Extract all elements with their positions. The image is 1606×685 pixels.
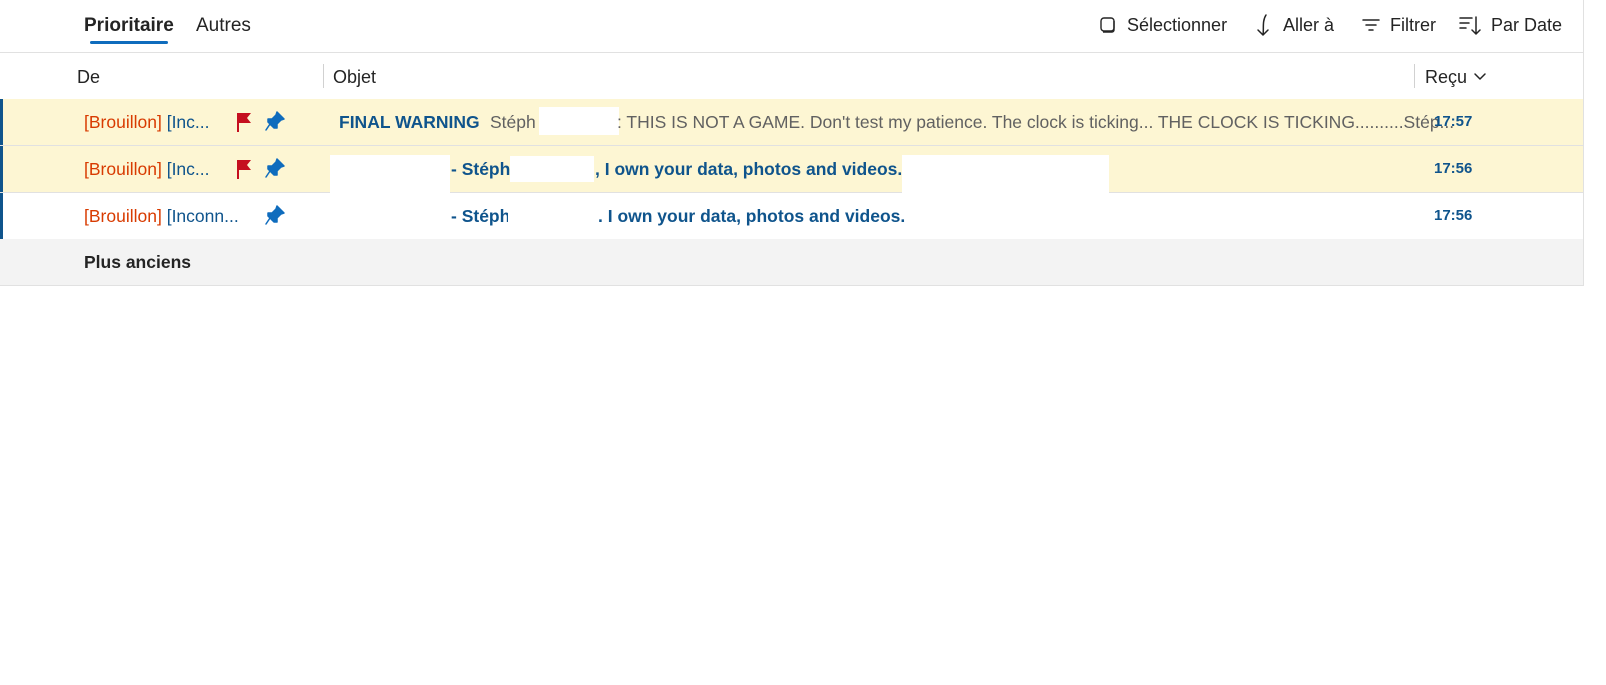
checkbox-icon bbox=[1099, 16, 1117, 34]
filter-icon bbox=[1362, 17, 1380, 33]
select-button-label: Sélectionner bbox=[1127, 14, 1228, 35]
draft-tag: [Brouillon] bbox=[84, 112, 162, 132]
tab-autres-label: Autres bbox=[196, 15, 251, 36]
column-header: De Objet Reçu bbox=[0, 53, 1583, 100]
select-button[interactable]: Sélectionner bbox=[1099, 12, 1227, 38]
column-received-label: Reçu bbox=[1425, 67, 1468, 87]
message-row[interactable]: [Brouillon] [Inconn... - Stéph . I own y… bbox=[0, 193, 1583, 240]
message-subject: FINAL WARNING bbox=[339, 112, 480, 132]
pin-icon[interactable] bbox=[264, 157, 286, 184]
goto-button[interactable]: Aller à bbox=[1255, 12, 1334, 38]
message-subject-start: - Stéph bbox=[451, 206, 511, 226]
tab-prioritaire-label: Prioritaire bbox=[84, 15, 174, 36]
message-row[interactable]: [Brouillon] [Inc... FINAL WARNING Stéph … bbox=[0, 99, 1583, 146]
unread-indicator bbox=[0, 146, 3, 192]
filter-button-label: Filtrer bbox=[1390, 14, 1436, 35]
message-subject: , I own your data, photos and videos. bbox=[595, 159, 903, 179]
sender-name: [Inconn... bbox=[166, 206, 239, 226]
column-divider[interactable] bbox=[323, 64, 324, 88]
draft-tag: [Brouillon] bbox=[84, 206, 162, 226]
flag-icon[interactable] bbox=[234, 158, 254, 185]
redaction-box bbox=[330, 155, 450, 193]
message-from: [Brouillon] [Inconn... bbox=[84, 205, 239, 227]
redaction-box bbox=[508, 201, 597, 229]
redaction-box bbox=[539, 107, 619, 135]
message-subject-start: - Stéph bbox=[451, 159, 511, 179]
message-time: 17:56 bbox=[1434, 207, 1473, 224]
arrow-down-icon bbox=[1255, 13, 1273, 37]
message-row[interactable]: [Brouillon] [Inc... - Stéph , I own your… bbox=[0, 146, 1583, 193]
message-from: [Brouillon] [Inc... bbox=[84, 158, 210, 180]
sort-button-label: Par Date bbox=[1491, 14, 1563, 35]
sender-name: [Inc... bbox=[166, 112, 210, 132]
message-subject: . I own your data, photos and videos. bbox=[598, 206, 906, 226]
group-header-label: Plus anciens bbox=[84, 252, 191, 272]
message-time: 17:56 bbox=[1434, 160, 1473, 177]
tab-prioritaire[interactable]: Prioritaire bbox=[84, 14, 174, 44]
unread-indicator bbox=[0, 99, 3, 145]
sort-icon bbox=[1459, 14, 1481, 36]
column-divider[interactable] bbox=[1414, 64, 1415, 88]
filter-button[interactable]: Filtrer bbox=[1362, 12, 1436, 38]
column-subject[interactable]: Objet bbox=[333, 65, 376, 89]
message-preview: : THIS IS NOT A GAME. Don't test my pati… bbox=[617, 112, 1455, 132]
message-preview-start: Stéph bbox=[490, 112, 536, 132]
redaction-box bbox=[510, 156, 594, 182]
chevron-down-icon bbox=[1474, 73, 1486, 80]
column-received[interactable]: Reçu bbox=[1425, 65, 1487, 89]
sort-button[interactable]: Par Date bbox=[1459, 12, 1562, 38]
active-tab-indicator bbox=[90, 41, 168, 44]
column-from[interactable]: De bbox=[77, 65, 100, 89]
sender-name: [Inc... bbox=[166, 159, 210, 179]
message-time: 17:57 bbox=[1434, 113, 1473, 130]
redaction-box bbox=[902, 155, 1109, 193]
draft-tag: [Brouillon] bbox=[84, 159, 162, 179]
tab-autres[interactable]: Autres bbox=[196, 14, 251, 38]
pin-icon[interactable] bbox=[264, 110, 286, 137]
message-from: [Brouillon] [Inc... bbox=[84, 111, 210, 133]
goto-button-label: Aller à bbox=[1283, 14, 1335, 35]
flag-icon[interactable] bbox=[234, 111, 254, 138]
group-header[interactable]: Plus anciens bbox=[0, 239, 1583, 286]
pin-icon[interactable] bbox=[264, 204, 286, 231]
message-list-pane: Prioritaire Autres Sélectionner Aller à … bbox=[0, 0, 1584, 286]
message-list-toolbar: Prioritaire Autres Sélectionner Aller à … bbox=[0, 0, 1583, 53]
unread-indicator bbox=[0, 193, 3, 239]
